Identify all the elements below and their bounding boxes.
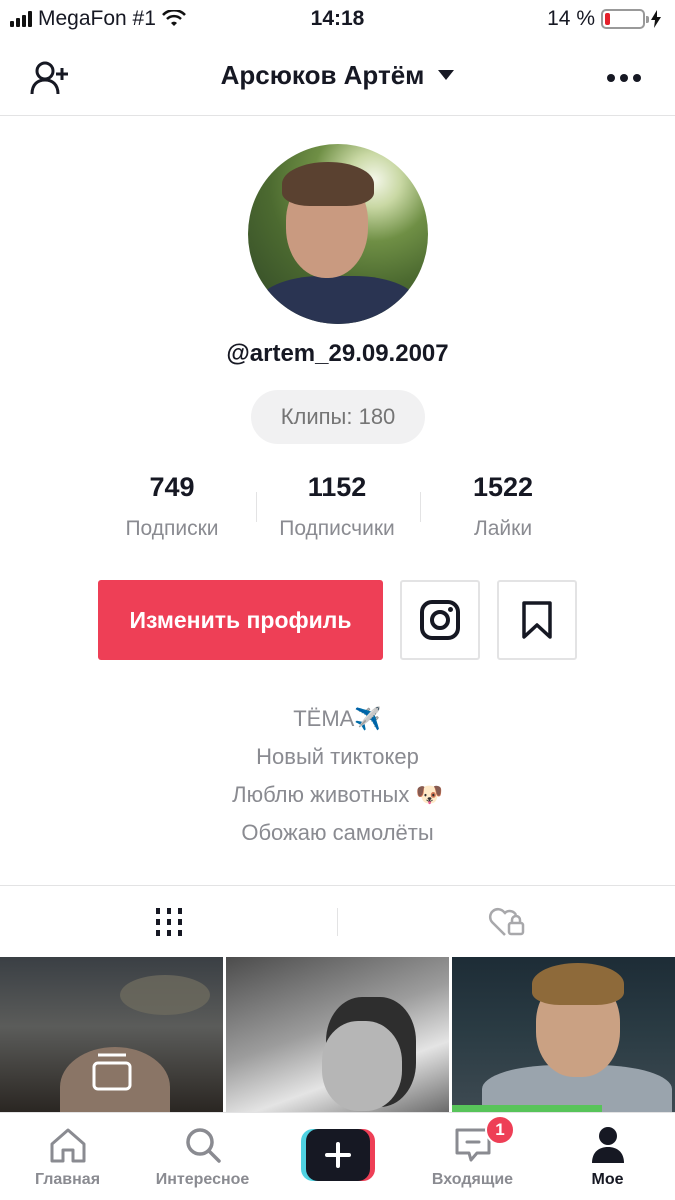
username: @artem_29.09.2007 xyxy=(226,340,449,367)
stat-label: Подписки xyxy=(125,517,219,540)
stat-value: 749 xyxy=(149,472,195,502)
profile-icon xyxy=(591,1127,624,1163)
instagram-button[interactable] xyxy=(400,580,480,660)
stat-followers[interactable]: 1152 Подписчики xyxy=(262,472,412,541)
tab-videos[interactable] xyxy=(0,886,337,958)
tab-inbox[interactable]: 1 Входящие xyxy=(405,1113,540,1200)
search-icon xyxy=(185,1128,221,1163)
stats-divider xyxy=(256,492,257,522)
more-dots-icon xyxy=(607,74,641,82)
page-title: Арсюков Артём xyxy=(220,60,425,90)
chevron-down-icon xyxy=(438,70,455,81)
account-switcher[interactable]: Арсюков Артём xyxy=(0,60,675,91)
profile-bio: ТЁМА✈️ Новый тиктокер Люблю животных 🐶 О… xyxy=(0,700,675,852)
bio-line: ТЁМА✈️ xyxy=(293,706,382,731)
tab-me[interactable]: Мое xyxy=(540,1113,675,1200)
bottom-tab-bar: Главная Интересное 1 Входящие Мое xyxy=(0,1112,675,1200)
tab-label: Интересное xyxy=(155,1171,250,1188)
status-right: 14 % xyxy=(547,7,661,31)
edit-profile-button[interactable]: Изменить профиль xyxy=(98,580,383,660)
notification-badge: 1 xyxy=(485,1115,515,1145)
avatar[interactable] xyxy=(248,144,428,324)
tab-label: Главная xyxy=(34,1171,101,1188)
stat-following[interactable]: 749 Подписки xyxy=(102,472,242,541)
stat-label: Лайки xyxy=(473,517,533,540)
liked-locked-icon xyxy=(488,907,524,936)
tab-liked[interactable] xyxy=(338,886,675,958)
stat-likes[interactable]: 1522 Лайки xyxy=(433,472,573,541)
stat-value: 1522 xyxy=(472,472,534,502)
tab-home[interactable]: Главная xyxy=(0,1113,135,1200)
tab-discover[interactable]: Интересное xyxy=(135,1113,270,1200)
profile-header: Арсюков Артём xyxy=(0,38,675,116)
content-tabs xyxy=(0,885,675,957)
charging-icon xyxy=(651,10,661,28)
video-thumbnail[interactable] xyxy=(452,957,675,1112)
create-plus-icon xyxy=(325,1142,351,1168)
stat-value: 1152 xyxy=(307,472,367,502)
status-bar: MegaFon #1 14:18 14 % xyxy=(0,0,675,38)
stat-label: Подписчики xyxy=(279,517,395,540)
video-thumbnail[interactable] xyxy=(226,957,449,1112)
clips-count-badge[interactable]: Клипы: 180 xyxy=(251,390,425,444)
video-thumbnail[interactable] xyxy=(0,957,223,1112)
instagram-icon xyxy=(420,600,460,640)
videos-grid-icon xyxy=(155,908,182,936)
create-video-button[interactable] xyxy=(301,1129,375,1181)
bio-line: Люблю животных 🐶 xyxy=(232,782,443,807)
battery-percent: 14 % xyxy=(547,7,595,30)
trash-icon xyxy=(92,1053,132,1091)
tab-label: Мое xyxy=(591,1171,624,1188)
battery-icon xyxy=(601,9,649,29)
bio-line: Обожаю самолёты xyxy=(241,820,434,845)
more-options-button[interactable] xyxy=(602,56,646,100)
bio-line: Новый тиктокер xyxy=(256,744,419,769)
favorites-button[interactable] xyxy=(497,580,577,660)
bookmark-icon xyxy=(522,601,552,639)
home-icon xyxy=(50,1128,85,1163)
tab-label: Входящие xyxy=(431,1171,514,1188)
stats-divider xyxy=(420,492,421,522)
